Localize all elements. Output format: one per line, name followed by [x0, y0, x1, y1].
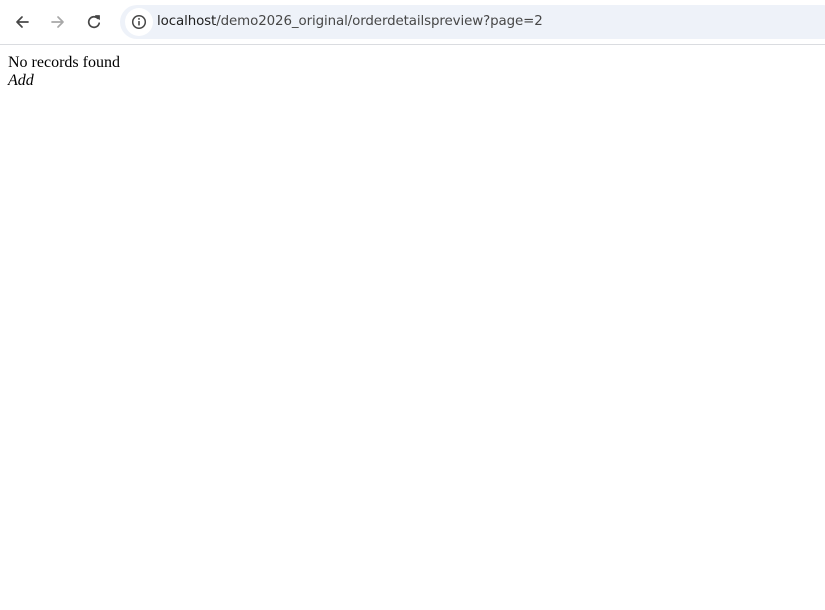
info-icon [131, 14, 147, 30]
no-records-message: No records found [8, 54, 120, 71]
address-bar[interactable]: localhost/demo2026_original/orderdetails… [120, 5, 825, 39]
site-info-button[interactable] [125, 8, 153, 36]
arrow-right-icon [51, 16, 64, 28]
reload-icon [87, 15, 101, 29]
back-button[interactable] [6, 6, 38, 38]
url-text[interactable]: localhost/demo2026_original/orderdetails… [157, 13, 543, 31]
add-link[interactable]: Add [8, 72, 120, 90]
url-path: /demo2026_original/orderdetailspreview?p… [216, 14, 543, 29]
forward-button[interactable] [42, 6, 74, 38]
page-content: No records found Add [8, 54, 120, 90]
url-host: localhost [157, 14, 217, 29]
browser-toolbar: localhost/demo2026_original/orderdetails… [0, 0, 825, 45]
arrow-left-icon [16, 16, 29, 28]
reload-button[interactable] [78, 6, 110, 38]
